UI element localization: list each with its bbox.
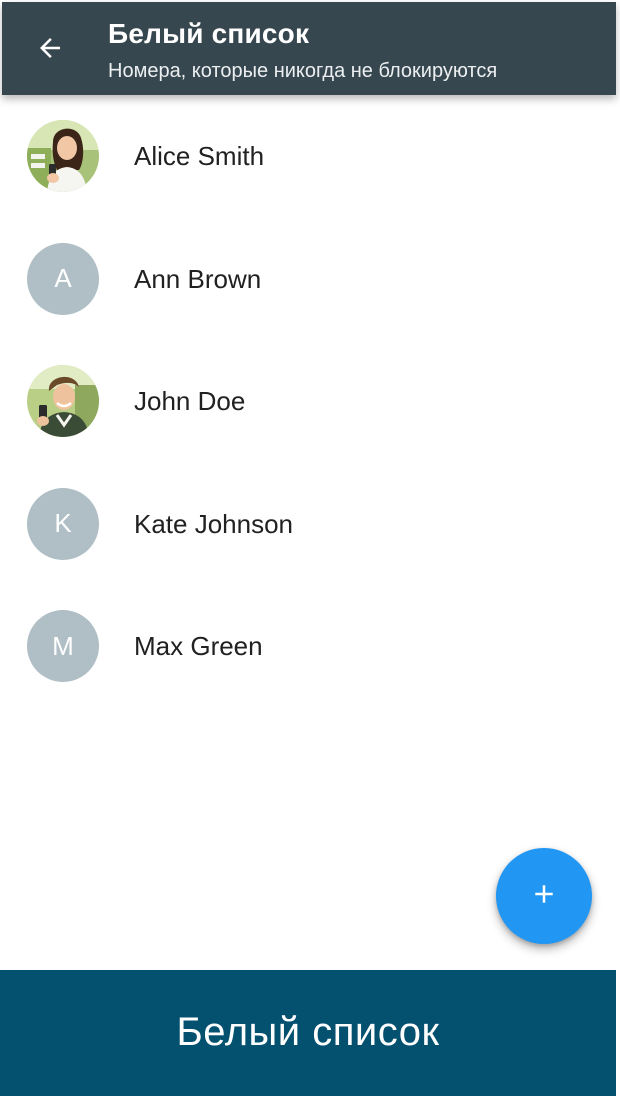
page-subtitle: Номера, которые никогда не блокируются [108,60,498,82]
caption-banner: Белый список [0,970,616,1096]
screen-edge [616,0,620,1096]
contact-row-alice-smith[interactable]: Alice Smith [0,95,620,218]
contact-photo-avatar [27,120,99,192]
contact-initial-avatar: K [27,487,99,560]
plus-icon [529,879,559,914]
contact-photo-avatar [27,365,99,437]
contact-row-john-doe[interactable]: John Doe [0,340,620,463]
add-contact-button[interactable] [496,848,592,944]
back-button[interactable] [24,24,76,76]
arrow-left-icon [35,33,65,68]
contact-name: John Doe [134,386,246,416]
whitelist-contact-list: Alice Smith A Ann Brown John Doe K Kate … [0,95,620,708]
caption-text: Белый список [176,1009,440,1054]
contact-name: Ann Brown [134,263,262,294]
contact-name: Max Green [134,631,263,661]
screen: Белый список Номера, которые никогда не … [0,0,620,1096]
contact-initial-avatar: M [27,610,99,682]
contact-name: Kate Johnson [134,508,294,539]
contact-initial-avatar: A [27,242,99,315]
page-title: Белый список [108,18,310,49]
contact-row-max-green[interactable]: M Max Green [0,585,620,708]
contact-row-kate-johnson[interactable]: K Kate Johnson [0,463,620,586]
top-app-bar: Белый список Номера, которые никогда не … [2,2,616,95]
contact-name: Alice Smith [134,141,265,171]
contact-row-ann-brown[interactable]: A Ann Brown [0,218,620,341]
